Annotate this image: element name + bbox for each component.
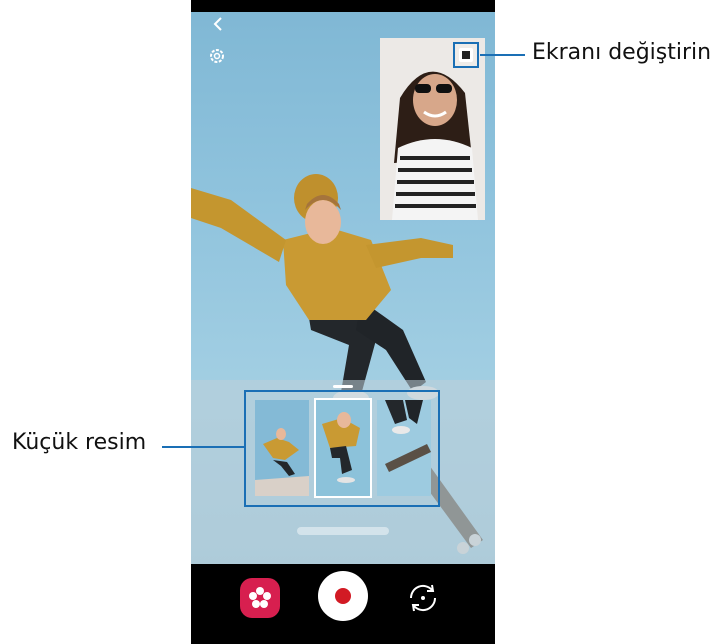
filter-button[interactable] [240,578,280,618]
thumbnail-highlight-frame [244,390,440,507]
gear-icon[interactable] [207,46,227,66]
record-icon [335,588,351,604]
status-bar [191,0,495,12]
switch-screen-callout-label: Ekranı değiştirin [532,40,712,65]
picture-in-picture-icon [459,48,473,62]
panel-drag-handle[interactable] [333,385,353,388]
flip-camera-button[interactable] [405,580,441,616]
back-chevron-icon[interactable] [209,14,229,34]
flip-camera-icon [409,584,437,612]
hint-text-placeholder [297,527,389,535]
thumbnail-callout-label: Küçük resim [12,430,147,455]
switch-screen-callout-line [480,54,525,56]
flower-filter-icon [249,587,271,608]
camera-viewfinder[interactable] [191,0,495,564]
phone-screen [191,0,495,644]
switch-screen-button[interactable] [453,42,479,68]
record-button[interactable] [318,571,368,621]
thumbnail-callout-line [162,446,244,448]
